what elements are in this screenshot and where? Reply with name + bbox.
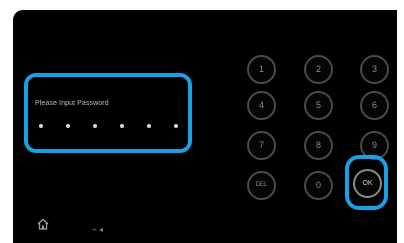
keypad-key-4[interactable]: 4 (247, 91, 276, 120)
keypad-key-3[interactable]: 3 (360, 55, 389, 84)
keypad-key-0[interactable]: 0 (304, 171, 333, 200)
keypad-key-1[interactable]: 1 (247, 55, 276, 84)
password-dot (120, 124, 124, 128)
password-dot (39, 124, 43, 128)
password-prompt-label: Please Input Password (35, 100, 109, 107)
password-dot (147, 124, 151, 128)
password-field[interactable] (36, 121, 182, 131)
password-dot (66, 124, 70, 128)
password-highlight (24, 73, 192, 153)
ok-button-highlight (345, 155, 388, 210)
password-dot (93, 124, 97, 128)
keypad-key-5[interactable]: 5 (304, 91, 333, 120)
password-dot (174, 124, 178, 128)
home-icon[interactable] (36, 217, 50, 231)
keypad-key-8[interactable]: 8 (304, 131, 333, 160)
keypad-key-2[interactable]: 2 (304, 55, 333, 84)
keypad-key-7[interactable]: 7 (247, 131, 276, 160)
network-icon: ⌁ ◂ (92, 225, 104, 234)
keypad-delete-button[interactable]: DEL (247, 171, 276, 200)
keypad-key-6[interactable]: 6 (360, 91, 389, 120)
